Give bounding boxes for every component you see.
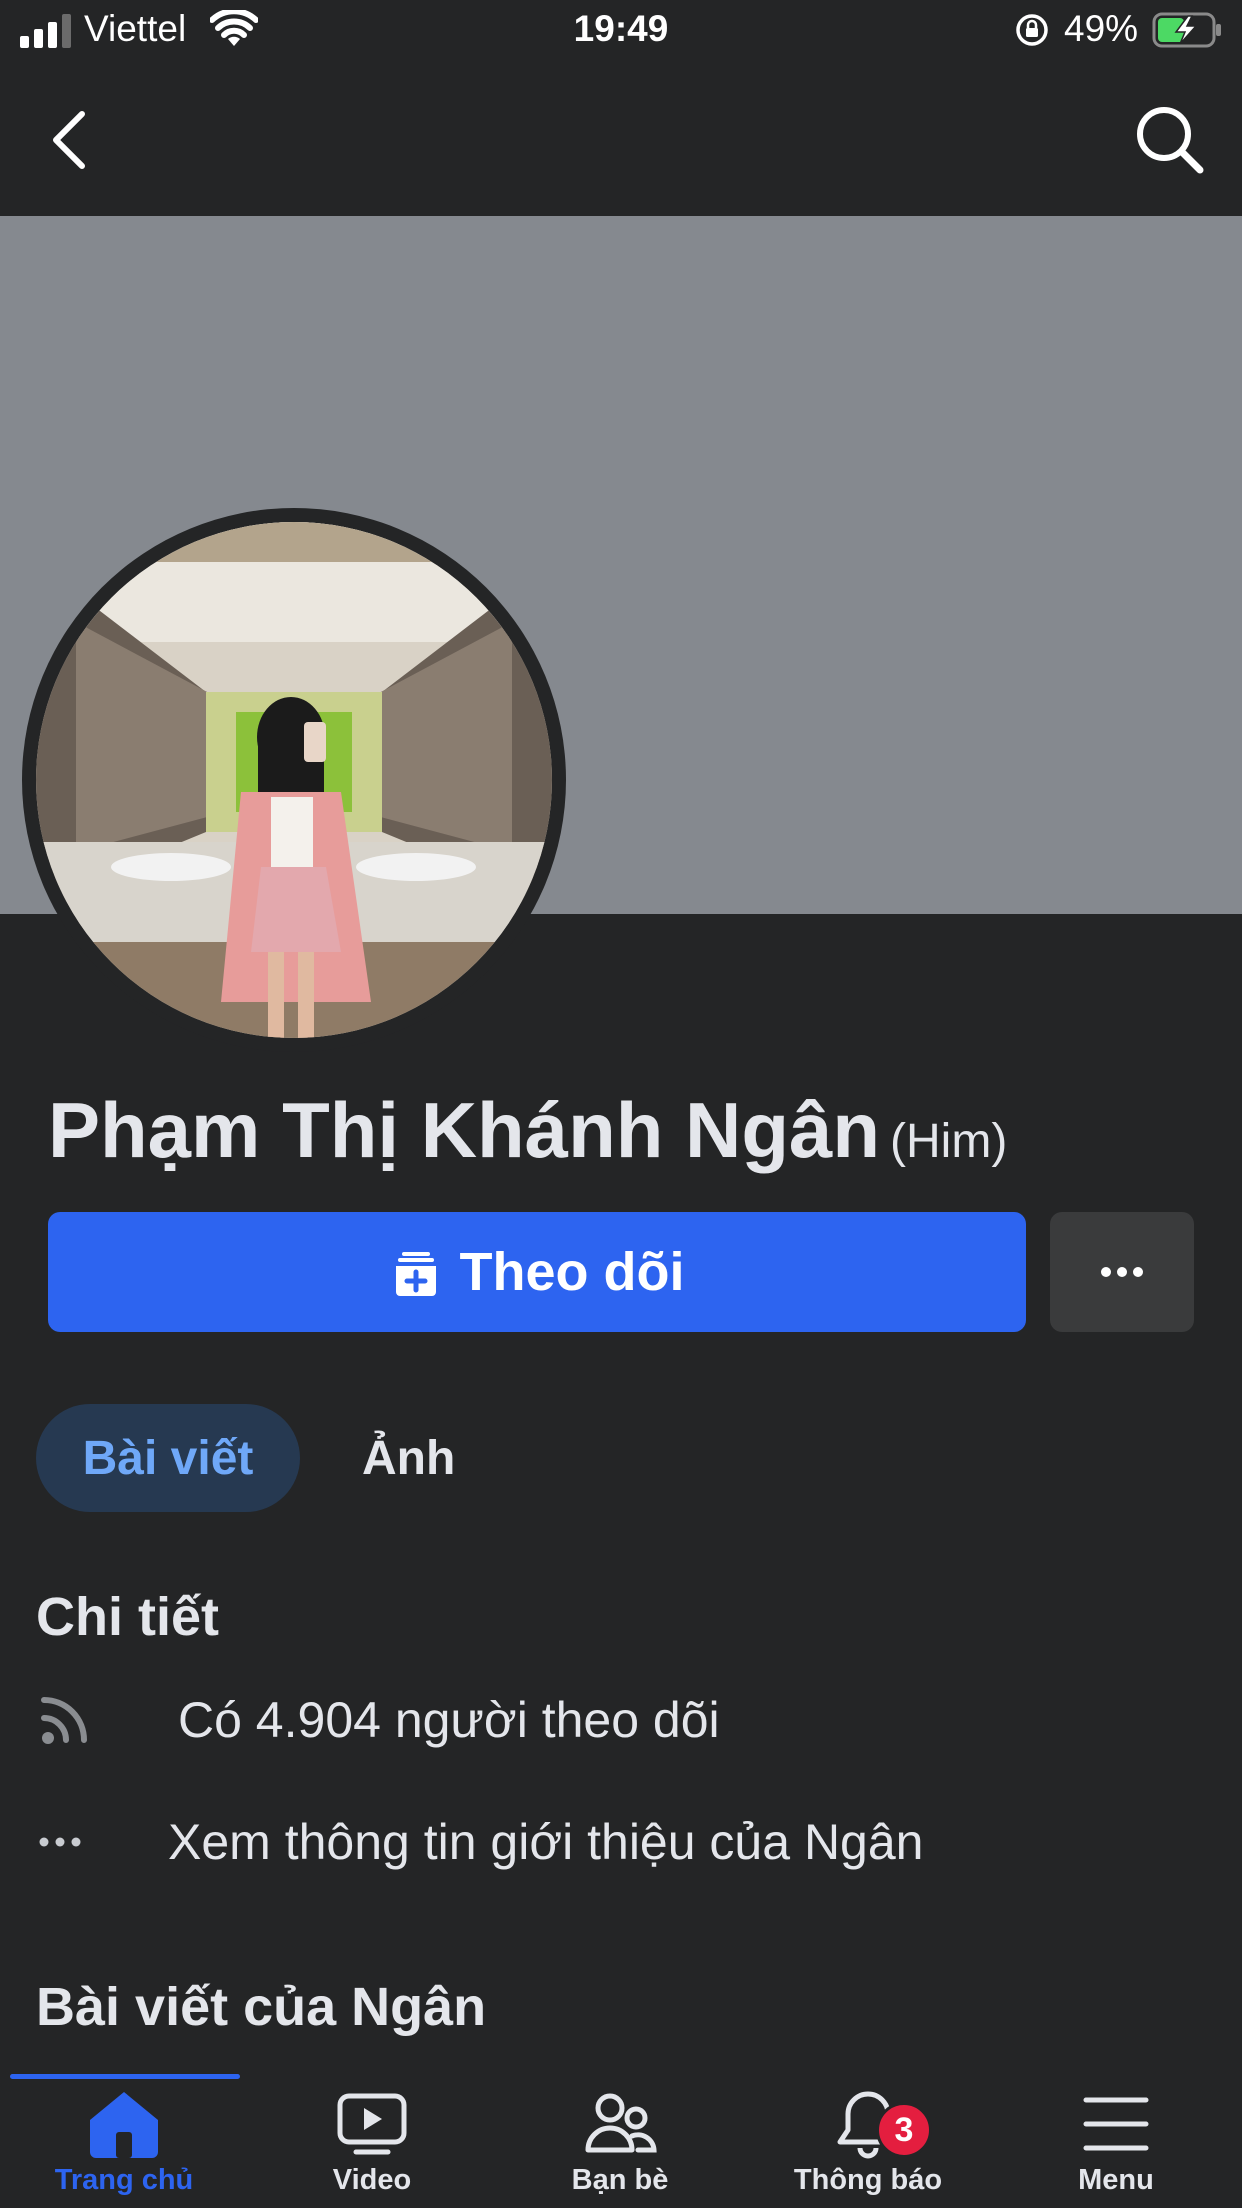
tab-notifications-label: Thông báo	[793, 2164, 943, 2196]
about-row[interactable]: Xem thông tin giới thiệu của Ngân	[36, 1812, 923, 1872]
tab-video-label: Video	[332, 2164, 412, 2196]
posts-heading: Bài viết của Ngân	[36, 1977, 487, 2037]
tab-menu-label: Menu	[1078, 2164, 1154, 2196]
tab-friends[interactable]: Bạn bè	[496, 2088, 744, 2208]
follow-button[interactable]: Theo dõi	[48, 1212, 1026, 1332]
menu-icon	[1083, 2097, 1149, 2151]
active-tab-indicator	[10, 2074, 240, 2079]
avatar[interactable]	[36, 522, 552, 1038]
nav-bar	[0, 62, 1242, 216]
friends-icon	[585, 2093, 657, 2153]
ellipsis-icon	[36, 1812, 116, 1872]
clock: 19:49	[573, 8, 669, 49]
follow-label: Theo dõi	[459, 1242, 685, 1302]
details-heading: Chi tiết	[36, 1587, 219, 1647]
tab-friends-label: Bạn bè	[571, 2164, 669, 2196]
video-icon	[337, 2093, 407, 2155]
tab-posts[interactable]: Bài viết	[36, 1404, 300, 1512]
followers-count: Có 4.904 người theo dõi	[178, 1692, 720, 1748]
notification-badge: 3	[876, 2102, 932, 2158]
status-bar: Viettel 19:49 49%	[0, 0, 1242, 62]
profile-name-line: Phạm Thị Khánh Ngân (Him)	[48, 1085, 1007, 1176]
more-options-button[interactable]	[1050, 1212, 1194, 1332]
more-icon	[1101, 1267, 1143, 1277]
tab-home-label: Trang chủ	[54, 2164, 194, 2196]
followers-row: Có 4.904 người theo dõi	[36, 1690, 720, 1750]
tab-video[interactable]: Video	[248, 2088, 496, 2208]
profile-name: Phạm Thị Khánh Ngân	[48, 1086, 881, 1174]
battery-percentage: 49%	[1064, 8, 1139, 49]
bottom-tab-bar: Trang chủ Video Bạn bè Thông báo Menu	[0, 2074, 1242, 2208]
follow-icon	[395, 1252, 436, 1296]
chevron-left-icon[interactable]	[44, 106, 96, 174]
battery-charging-icon	[1152, 12, 1221, 48]
about-link[interactable]: Xem thông tin giới thiệu của Ngân	[168, 1813, 923, 1871]
tab-notifications[interactable]: Thông báo	[744, 2088, 992, 2208]
rotation-lock-icon	[1016, 14, 1048, 46]
tab-photos[interactable]: Ảnh	[362, 1404, 455, 1512]
search-icon[interactable]	[1132, 102, 1206, 176]
home-icon	[90, 2092, 158, 2158]
profile-pronoun: (Him)	[890, 1115, 1008, 1168]
rss-icon	[36, 1690, 116, 1750]
tab-home[interactable]: Trang chủ	[0, 2088, 248, 2208]
avatar-photo	[36, 522, 552, 1038]
tab-menu[interactable]: Menu	[992, 2088, 1240, 2208]
